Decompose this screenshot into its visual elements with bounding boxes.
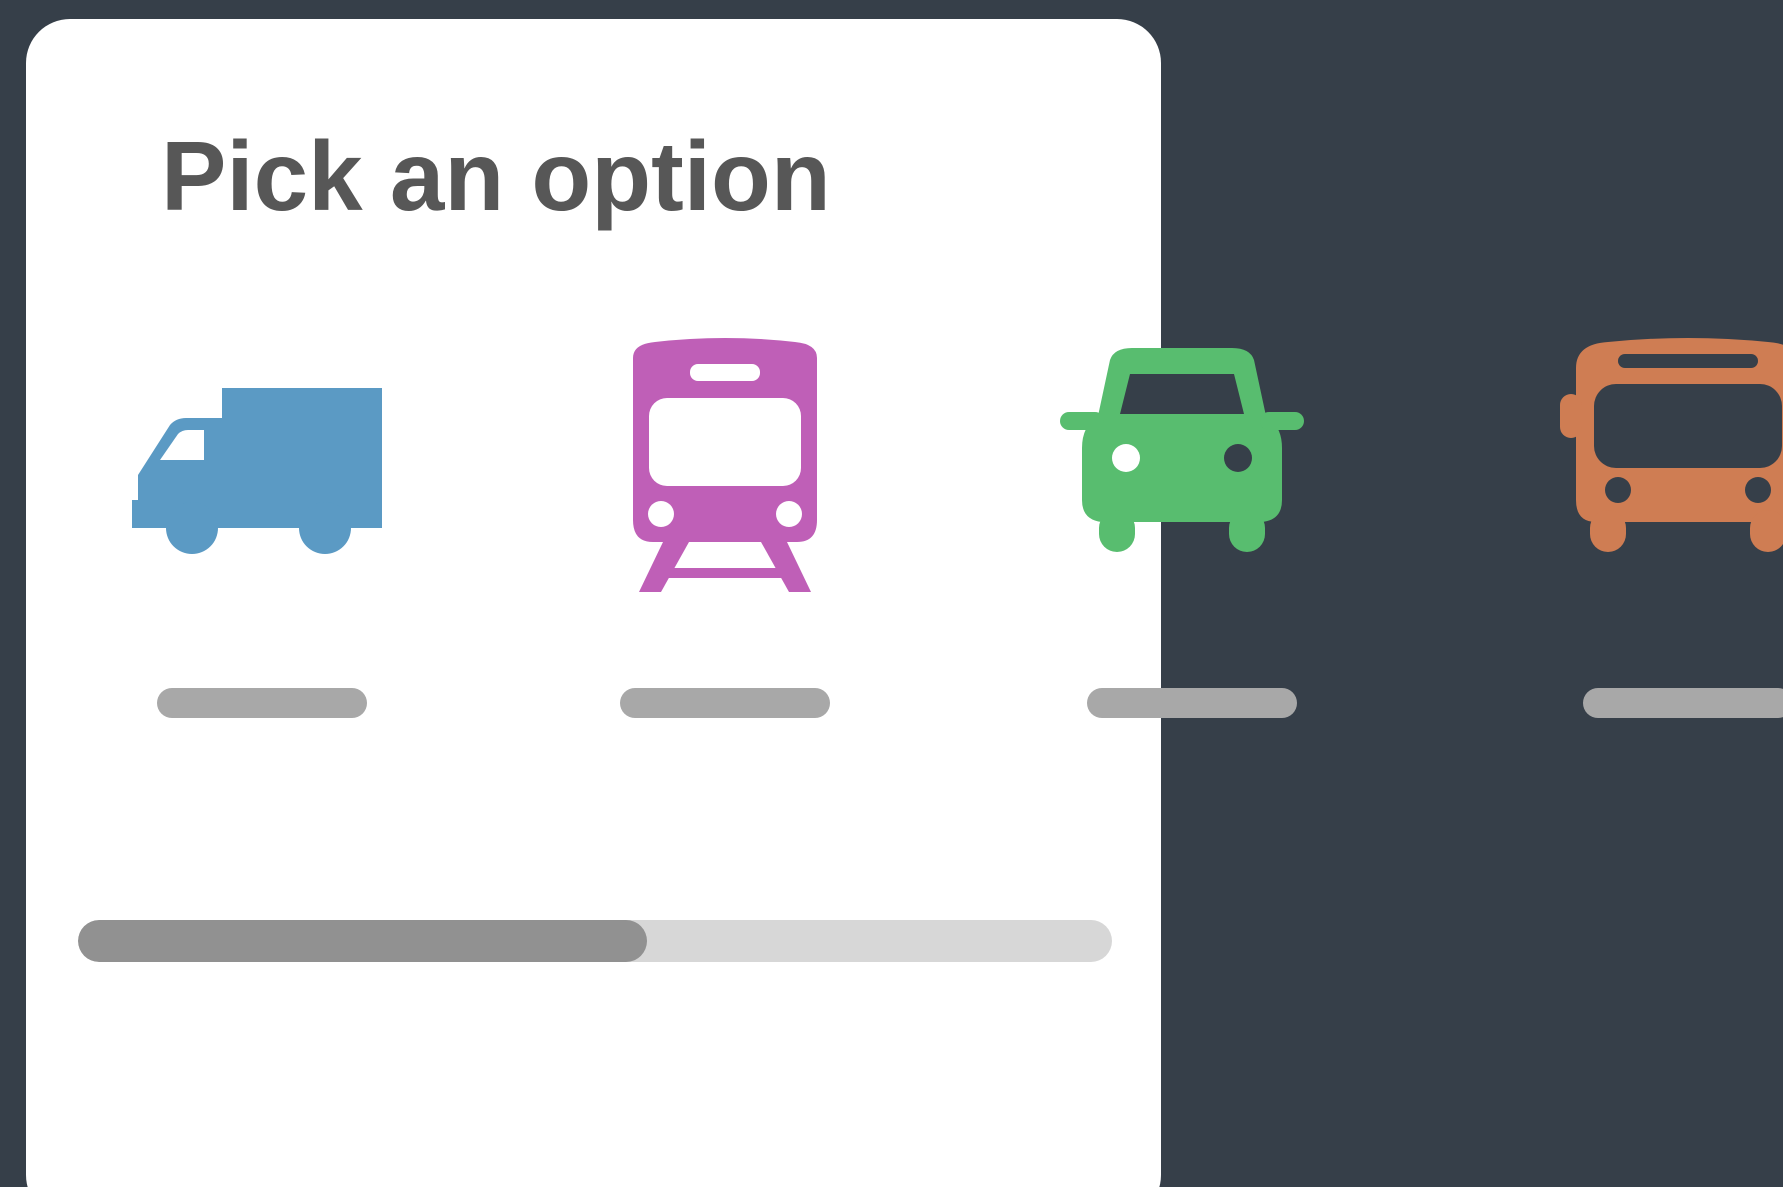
car-icon — [1052, 330, 1332, 610]
option-car[interactable] — [1052, 330, 1332, 730]
option-label-placeholder — [1087, 688, 1297, 718]
option-label-placeholder — [620, 688, 830, 718]
bus-icon — [1548, 330, 1783, 610]
option-bus[interactable] — [1548, 330, 1783, 730]
page-title: Pick an option — [161, 121, 831, 231]
screen: Pick an option — [0, 0, 1783, 1187]
option-truck[interactable] — [122, 330, 402, 730]
progress-bar — [78, 920, 1112, 962]
train-icon — [585, 330, 865, 610]
option-train[interactable] — [585, 330, 865, 730]
option-label-placeholder — [1583, 688, 1783, 718]
option-label-placeholder — [157, 688, 367, 718]
progress-fill — [78, 920, 647, 962]
truck-icon — [122, 330, 402, 610]
